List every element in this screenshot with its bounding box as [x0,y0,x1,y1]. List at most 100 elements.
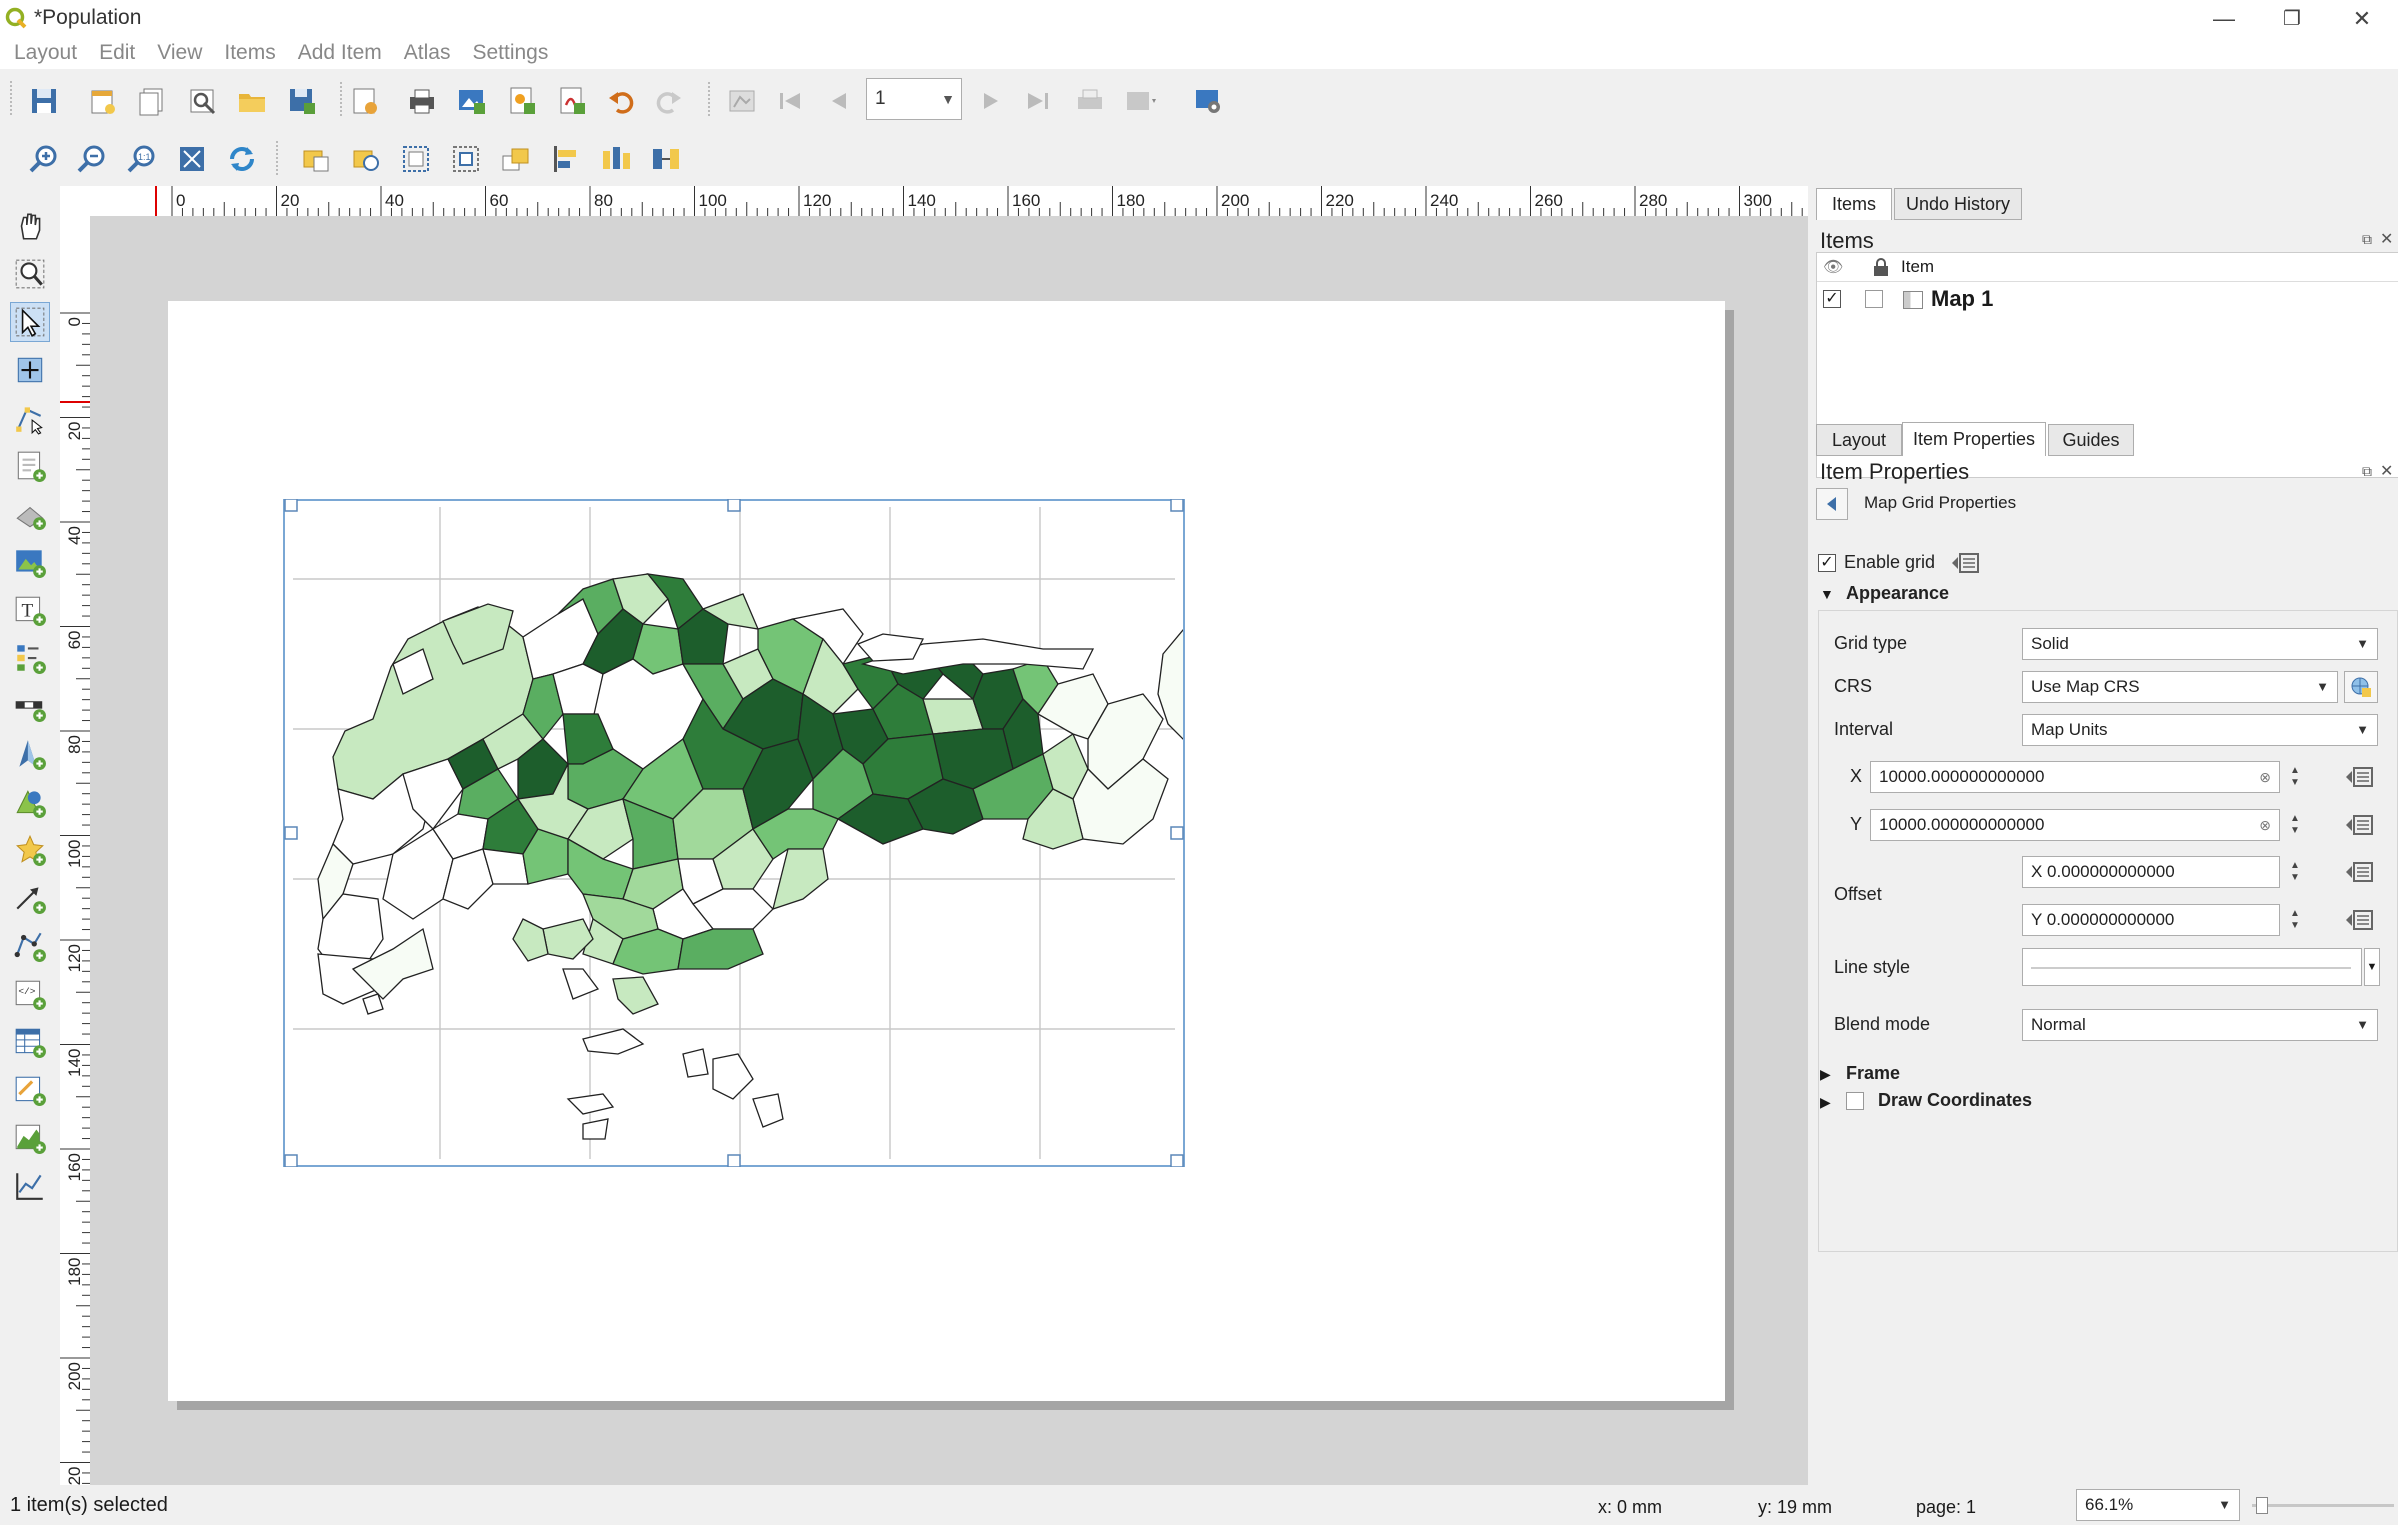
zoom-tool-icon[interactable] [10,254,50,294]
interval-x-spinner[interactable]: ▲ ▼ [2284,761,2306,793]
menu-layout[interactable]: Layout [0,38,88,68]
back-button[interactable] [1816,488,1848,520]
lock-items-icon[interactable] [298,141,334,177]
tab-item-properties[interactable]: Item Properties [1902,422,2046,456]
zoom-actual-icon[interactable]: 1:1 [124,141,160,177]
add-label-tool-icon[interactable]: T [10,590,50,630]
layout-manager-icon[interactable] [184,83,220,119]
offset-y-spinner[interactable]: ▲ ▼ [2284,904,2306,936]
add-scalebar-tool-icon[interactable] [10,686,50,726]
expand-icon[interactable]: ▶ [1820,1094,1831,1111]
align-items-icon[interactable] [548,141,584,177]
print-atlas-icon[interactable] [1072,83,1108,119]
tab-guides[interactable]: Guides [2048,424,2134,456]
export-image-icon[interactable] [454,83,490,119]
save-template-icon[interactable] [284,83,320,119]
data-defined-override-icon[interactable] [1948,548,1982,578]
tab-layout[interactable]: Layout [1816,424,1902,456]
add-map-tool-icon[interactable] [10,446,50,486]
data-defined-override-icon[interactable] [2342,810,2376,840]
float-panel-icon[interactable]: ⧉ [2362,463,2372,480]
close-panel-icon[interactable]: ✕ [2380,229,2393,249]
menu-add-item[interactable]: Add Item [287,38,393,68]
line-style-button[interactable] [2022,948,2362,986]
appearance-group-title[interactable]: Appearance [1846,583,1949,604]
draw-coordinates-label[interactable]: Draw Coordinates [1878,1090,2032,1111]
edit-nodes-tool-icon[interactable] [10,398,50,438]
data-defined-override-icon[interactable] [2342,762,2376,792]
table-row[interactable]: ✓ Map 1 [1817,283,2398,315]
open-template-icon[interactable] [234,83,270,119]
map-item-1[interactable] [283,499,1185,1167]
new-layout-icon[interactable] [84,83,120,119]
zoom-in-icon[interactable] [26,141,62,177]
zoom-slider-handle[interactable] [2256,1497,2268,1514]
ungroup-items-icon[interactable] [448,141,484,177]
data-defined-override-icon[interactable] [2342,905,2376,935]
add-arrow-tool-icon[interactable] [10,878,50,918]
duplicate-layout-icon[interactable] [134,83,170,119]
offset-x-spinner[interactable]: ▲ ▼ [2284,856,2306,888]
export-atlas-icon[interactable] [1122,83,1158,119]
export-pdf-icon[interactable] [554,83,590,119]
select-move-tool-icon[interactable] [10,302,50,342]
menu-settings[interactable]: Settings [461,38,559,68]
distribute-items-icon[interactable] [598,141,634,177]
add-north-arrow-tool-icon[interactable] [10,734,50,774]
add-marker-tool-icon[interactable] [10,830,50,870]
interval-y-input[interactable]: 10000.000000000000 ⊗ [1870,809,2280,841]
menu-items[interactable]: Items [213,38,286,68]
zoom-out-icon[interactable] [74,141,110,177]
next-feature-icon[interactable] [972,83,1008,119]
clear-icon[interactable]: ⊗ [2259,762,2271,792]
atlas-settings-icon[interactable] [1190,83,1226,119]
offset-y-input[interactable]: Y 0.000000000000 [2022,904,2280,936]
export-svg-icon[interactable] [504,83,540,119]
interval-x-input[interactable]: 10000.000000000000 ⊗ [1870,761,2280,793]
add-shape-tool-icon[interactable] [10,782,50,822]
zoom-slider[interactable] [2252,1504,2394,1507]
grid-type-select[interactable]: Solid ▼ [2022,628,2378,660]
add-chart-tool-icon[interactable] [10,1166,50,1206]
item-lock-checkbox[interactable] [1865,290,1883,308]
raise-items-icon[interactable] [498,141,534,177]
line-style-dropdown[interactable]: ▼ [2364,948,2380,986]
interval-units-select[interactable]: Map Units ▼ [2022,714,2378,746]
atlas-preview-icon[interactable] [724,83,760,119]
add-picture-tool-icon[interactable] [10,542,50,582]
add-polyline-tool-icon[interactable] [10,926,50,966]
last-feature-icon[interactable] [1020,83,1056,119]
menu-atlas[interactable]: Atlas [393,38,462,68]
add-pages-icon[interactable] [346,83,382,119]
resize-items-icon[interactable] [648,141,684,177]
zoom-combo[interactable]: 66.1% ▼ [2076,1489,2240,1521]
minimize-button[interactable]: — [2190,0,2258,37]
add-elevation-profile-tool-icon[interactable] [10,1118,50,1158]
blend-mode-select[interactable]: Normal ▼ [2022,1009,2378,1041]
add-3d-map-tool-icon[interactable] [10,494,50,534]
clear-icon[interactable]: ⊗ [2259,810,2271,840]
unlock-items-icon[interactable] [348,141,384,177]
menu-view[interactable]: View [146,38,213,68]
frame-group-title[interactable]: Frame [1846,1063,1900,1084]
menu-edit[interactable]: Edit [88,38,146,68]
tab-items[interactable]: Items [1816,188,1892,220]
enable-grid-checkbox[interactable]: ✓ [1818,554,1836,572]
add-html-tool-icon[interactable]: </> [10,974,50,1014]
save-icon[interactable] [26,83,62,119]
add-attribute-table-tool-icon[interactable] [10,1022,50,1062]
restore-button[interactable]: ❐ [2258,0,2326,37]
group-items-icon[interactable] [398,141,434,177]
expand-icon[interactable]: ▶ [1820,1066,1831,1083]
print-icon[interactable] [404,83,440,119]
first-feature-icon[interactable] [772,83,808,119]
redo-icon[interactable] [650,83,686,119]
float-panel-icon[interactable]: ⧉ [2362,231,2372,248]
undo-icon[interactable] [604,83,640,119]
collapse-icon[interactable]: ▼ [1820,586,1834,602]
refresh-icon[interactable] [224,141,260,177]
pan-tool-icon[interactable] [10,206,50,246]
close-panel-icon[interactable]: ✕ [2380,461,2393,481]
add-legend-tool-icon[interactable] [10,638,50,678]
zoom-full-icon[interactable] [174,141,210,177]
